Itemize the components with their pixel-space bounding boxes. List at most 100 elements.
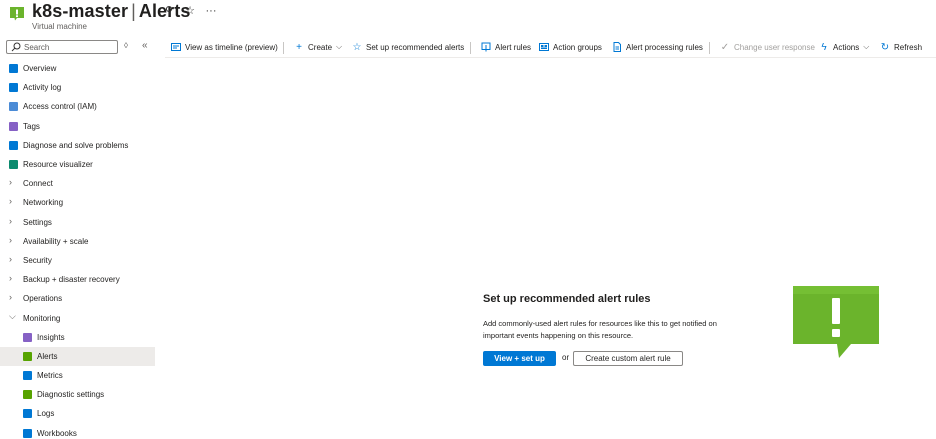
sidebar-item-security[interactable]: › Security [0, 251, 155, 270]
sidebar-item-label: Activity log [23, 83, 62, 93]
sidebar-item-settings[interactable]: › Settings [0, 213, 155, 232]
or-text: or [562, 353, 570, 362]
timeline-icon [171, 43, 181, 51]
alerts-icon [23, 351, 32, 361]
chevron-right-icon: › [9, 273, 12, 284]
lightning-icon: ϟ [821, 41, 827, 53]
diagnostic-settings-icon [23, 390, 32, 400]
sidebar-search-input[interactable]: Search [6, 40, 118, 54]
sidebar-item-resource-visualizer[interactable]: Resource visualizer [0, 155, 155, 174]
chevron-down-icon: ⌵ [336, 42, 343, 51]
alert-rules-button[interactable]: Alert rules [481, 42, 531, 52]
action-groups-icon [539, 43, 549, 51]
search-options-icon[interactable]: ◊ [124, 41, 128, 50]
sidebar-item-label: Logs [37, 409, 55, 419]
empty-state-description: Add commonly-used alert rules for resour… [483, 319, 717, 340]
diagnose-icon [9, 140, 18, 150]
sidebar-item-label: Insights [37, 332, 65, 342]
sidebar-item-logs[interactable]: Logs [0, 404, 155, 423]
logs-icon [23, 409, 32, 419]
alerts-resource-icon [10, 7, 24, 21]
create-button[interactable]: + Create ⌵ [294, 41, 343, 53]
command-toolbar: View as timeline (preview) + Create ⌵ ☆ … [165, 38, 936, 58]
search-placeholder: Search [24, 42, 50, 52]
sidebar-item-label: Diagnose and solve problems [23, 140, 129, 150]
sidebar-item-backup-disaster-recovery[interactable]: › Backup + disaster recovery [0, 270, 155, 289]
plus-icon: + [296, 41, 302, 53]
sidebar-item-metrics[interactable]: Metrics [0, 366, 155, 385]
more-options-icon[interactable]: ··· [205, 5, 217, 17]
search-icon [11, 42, 21, 52]
toolbar-divider [709, 42, 710, 54]
sidebar-item-label: Security [23, 255, 52, 265]
sidebar-item-label: Resource visualizer [23, 160, 93, 170]
workbooks-icon [23, 428, 32, 438]
favorite-star-icon[interactable]: ☆ [184, 4, 196, 17]
chevron-right-icon: › [9, 292, 12, 303]
chevron-down-icon: ⌵ [863, 42, 870, 51]
chevron-right-icon: › [9, 234, 12, 245]
chevron-right-icon: › [9, 196, 12, 207]
sidebar-item-label: Workbooks [37, 428, 77, 438]
collapse-sidebar-icon[interactable]: « [142, 40, 148, 51]
alert-processing-rules-label: Alert processing rules [626, 42, 703, 52]
sidebar-item-access-control-iam[interactable]: Access control (IAM) [0, 97, 155, 116]
sidebar-item-label: Operations [23, 294, 63, 304]
insights-icon [23, 332, 32, 342]
create-custom-alert-rule-button[interactable]: Create custom alert rule [573, 351, 683, 366]
refresh-button[interactable]: ↻ Refresh [880, 42, 923, 53]
sidebar-item-operations[interactable]: › Operations [0, 289, 155, 308]
actions-button[interactable]: ϟ Actions ⌵ [819, 41, 870, 53]
sidebar-item-label: Access control (IAM) [23, 102, 97, 112]
alert-rules-icon [481, 42, 491, 52]
sidebar-item-insights[interactable]: Insights [0, 328, 155, 347]
sidebar-item-label: Availability + scale [23, 236, 89, 246]
alert-illustration-icon [793, 286, 879, 358]
setup-recommended-alerts-button[interactable]: ☆ Set up recommended alerts [352, 41, 465, 53]
sidebar-item-overview[interactable]: Overview [0, 59, 155, 78]
alert-rules-label: Alert rules [495, 42, 532, 52]
sidebar-item-label: Metrics [37, 371, 63, 381]
chevron-down-icon: ⌵ [9, 311, 16, 322]
create-label: Create [308, 42, 333, 52]
sidebar-item-alerts[interactable]: Alerts [0, 346, 155, 366]
actions-label: Actions [833, 42, 860, 52]
iam-icon [9, 102, 18, 112]
view-setup-button[interactable]: View + set up [483, 351, 556, 366]
toolbar-divider [283, 42, 284, 54]
sidebar-item-availability-scale[interactable]: › Availability + scale [0, 232, 155, 251]
empty-state-title: Set up recommended alert rules [483, 293, 651, 305]
sidebar-item-tags[interactable]: Tags [0, 117, 155, 136]
overview-icon [9, 64, 18, 74]
action-groups-button[interactable]: Action groups [539, 42, 602, 52]
sidebar-item-workbooks[interactable]: Workbooks [0, 424, 155, 439]
sidebar-item-monitoring[interactable]: ⌵ Monitoring [0, 308, 155, 327]
sidebar-item-diagnostic-settings[interactable]: Diagnostic settings [0, 385, 155, 404]
sidebar-item-connect[interactable]: › Connect [0, 174, 155, 193]
sidebar-item-label: Backup + disaster recovery [23, 275, 120, 285]
chevron-right-icon: › [9, 215, 12, 226]
action-groups-label: Action groups [553, 42, 602, 52]
chevron-right-icon: › [9, 253, 12, 264]
sidebar-item-label: Settings [23, 217, 52, 227]
alert-processing-rules-button[interactable]: Alert processing rules [612, 42, 703, 52]
resource-name: k8s-master [32, 1, 129, 21]
sidebar-item-networking[interactable]: › Networking [0, 193, 155, 212]
sidebar-item-label: Networking [23, 198, 64, 208]
view-as-timeline-label: View as timeline (preview) [185, 42, 278, 52]
pin-icon[interactable]: ⚲ [163, 4, 175, 17]
refresh-label: Refresh [894, 42, 923, 52]
star-icon: ☆ [352, 41, 362, 53]
sidebar-item-label: Overview [23, 64, 57, 74]
view-as-timeline-button[interactable]: View as timeline (preview) [171, 42, 278, 52]
sidebar-item-label: Diagnostic settings [37, 390, 105, 400]
sidebar-item-activity-log[interactable]: Activity log [0, 78, 155, 97]
setup-recommended-alerts-label: Set up recommended alerts [366, 42, 465, 52]
change-user-response-button[interactable]: ✓ Change user response [720, 42, 815, 53]
document-icon [613, 42, 621, 52]
sidebar-nav: Overview Activity log Access control (IAM)… [0, 59, 155, 439]
sidebar-item-diagnose-and-solve-problems[interactable]: Diagnose and solve problems [0, 136, 155, 155]
visualizer-icon [9, 160, 18, 170]
title-separator: | [131, 1, 136, 21]
sidebar-item-label: Connect [23, 179, 53, 189]
